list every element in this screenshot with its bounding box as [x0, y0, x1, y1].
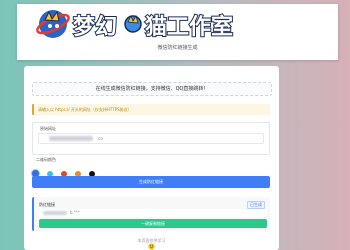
redacted-text	[43, 211, 67, 215]
url-input[interactable]: .cn	[38, 133, 264, 144]
info-notice: 在线生成微信防红链接，支持微信、QQ直接跳转！	[32, 82, 272, 96]
url-input-suffix: .cn	[97, 136, 104, 141]
svg-text:梦幻: 梦幻	[73, 14, 117, 40]
generator-card: 在线生成微信防红链接，支持微信、QQ直接跳转！ 请输入以 https:// 开头…	[24, 66, 279, 250]
status-badge: 已生成	[247, 201, 265, 209]
redacted-text	[49, 136, 93, 141]
studio-logo: 梦幻 猫工作室	[36, 10, 234, 41]
color-swatch-row	[32, 163, 98, 177]
result-link-suffix: b.***	[70, 210, 80, 215]
copy-link-button[interactable]: 一键复制链接	[39, 219, 267, 228]
url-field-group: 原始网址 .cn	[32, 122, 270, 155]
result-link-field[interactable]: b.***	[39, 209, 267, 217]
url-field-label: 原始网址	[40, 126, 56, 131]
generate-button[interactable]: 生成防红链接	[32, 176, 270, 188]
result-title: 防红链接	[39, 202, 55, 207]
https-warning: 请输入以 https:// 开头的网址（仅支持HTTPS协议）	[32, 104, 270, 115]
smile-icon	[148, 243, 155, 250]
page-subtitle: 微信防红链接生成	[157, 45, 198, 51]
header: 梦幻 猫工作室 微信防红链接生成	[17, 4, 338, 60]
result-panel: 防红链接 已生成 b.*** 一键复制链接	[32, 197, 270, 231]
svg-text:猫工作室: 猫工作室	[145, 14, 233, 40]
